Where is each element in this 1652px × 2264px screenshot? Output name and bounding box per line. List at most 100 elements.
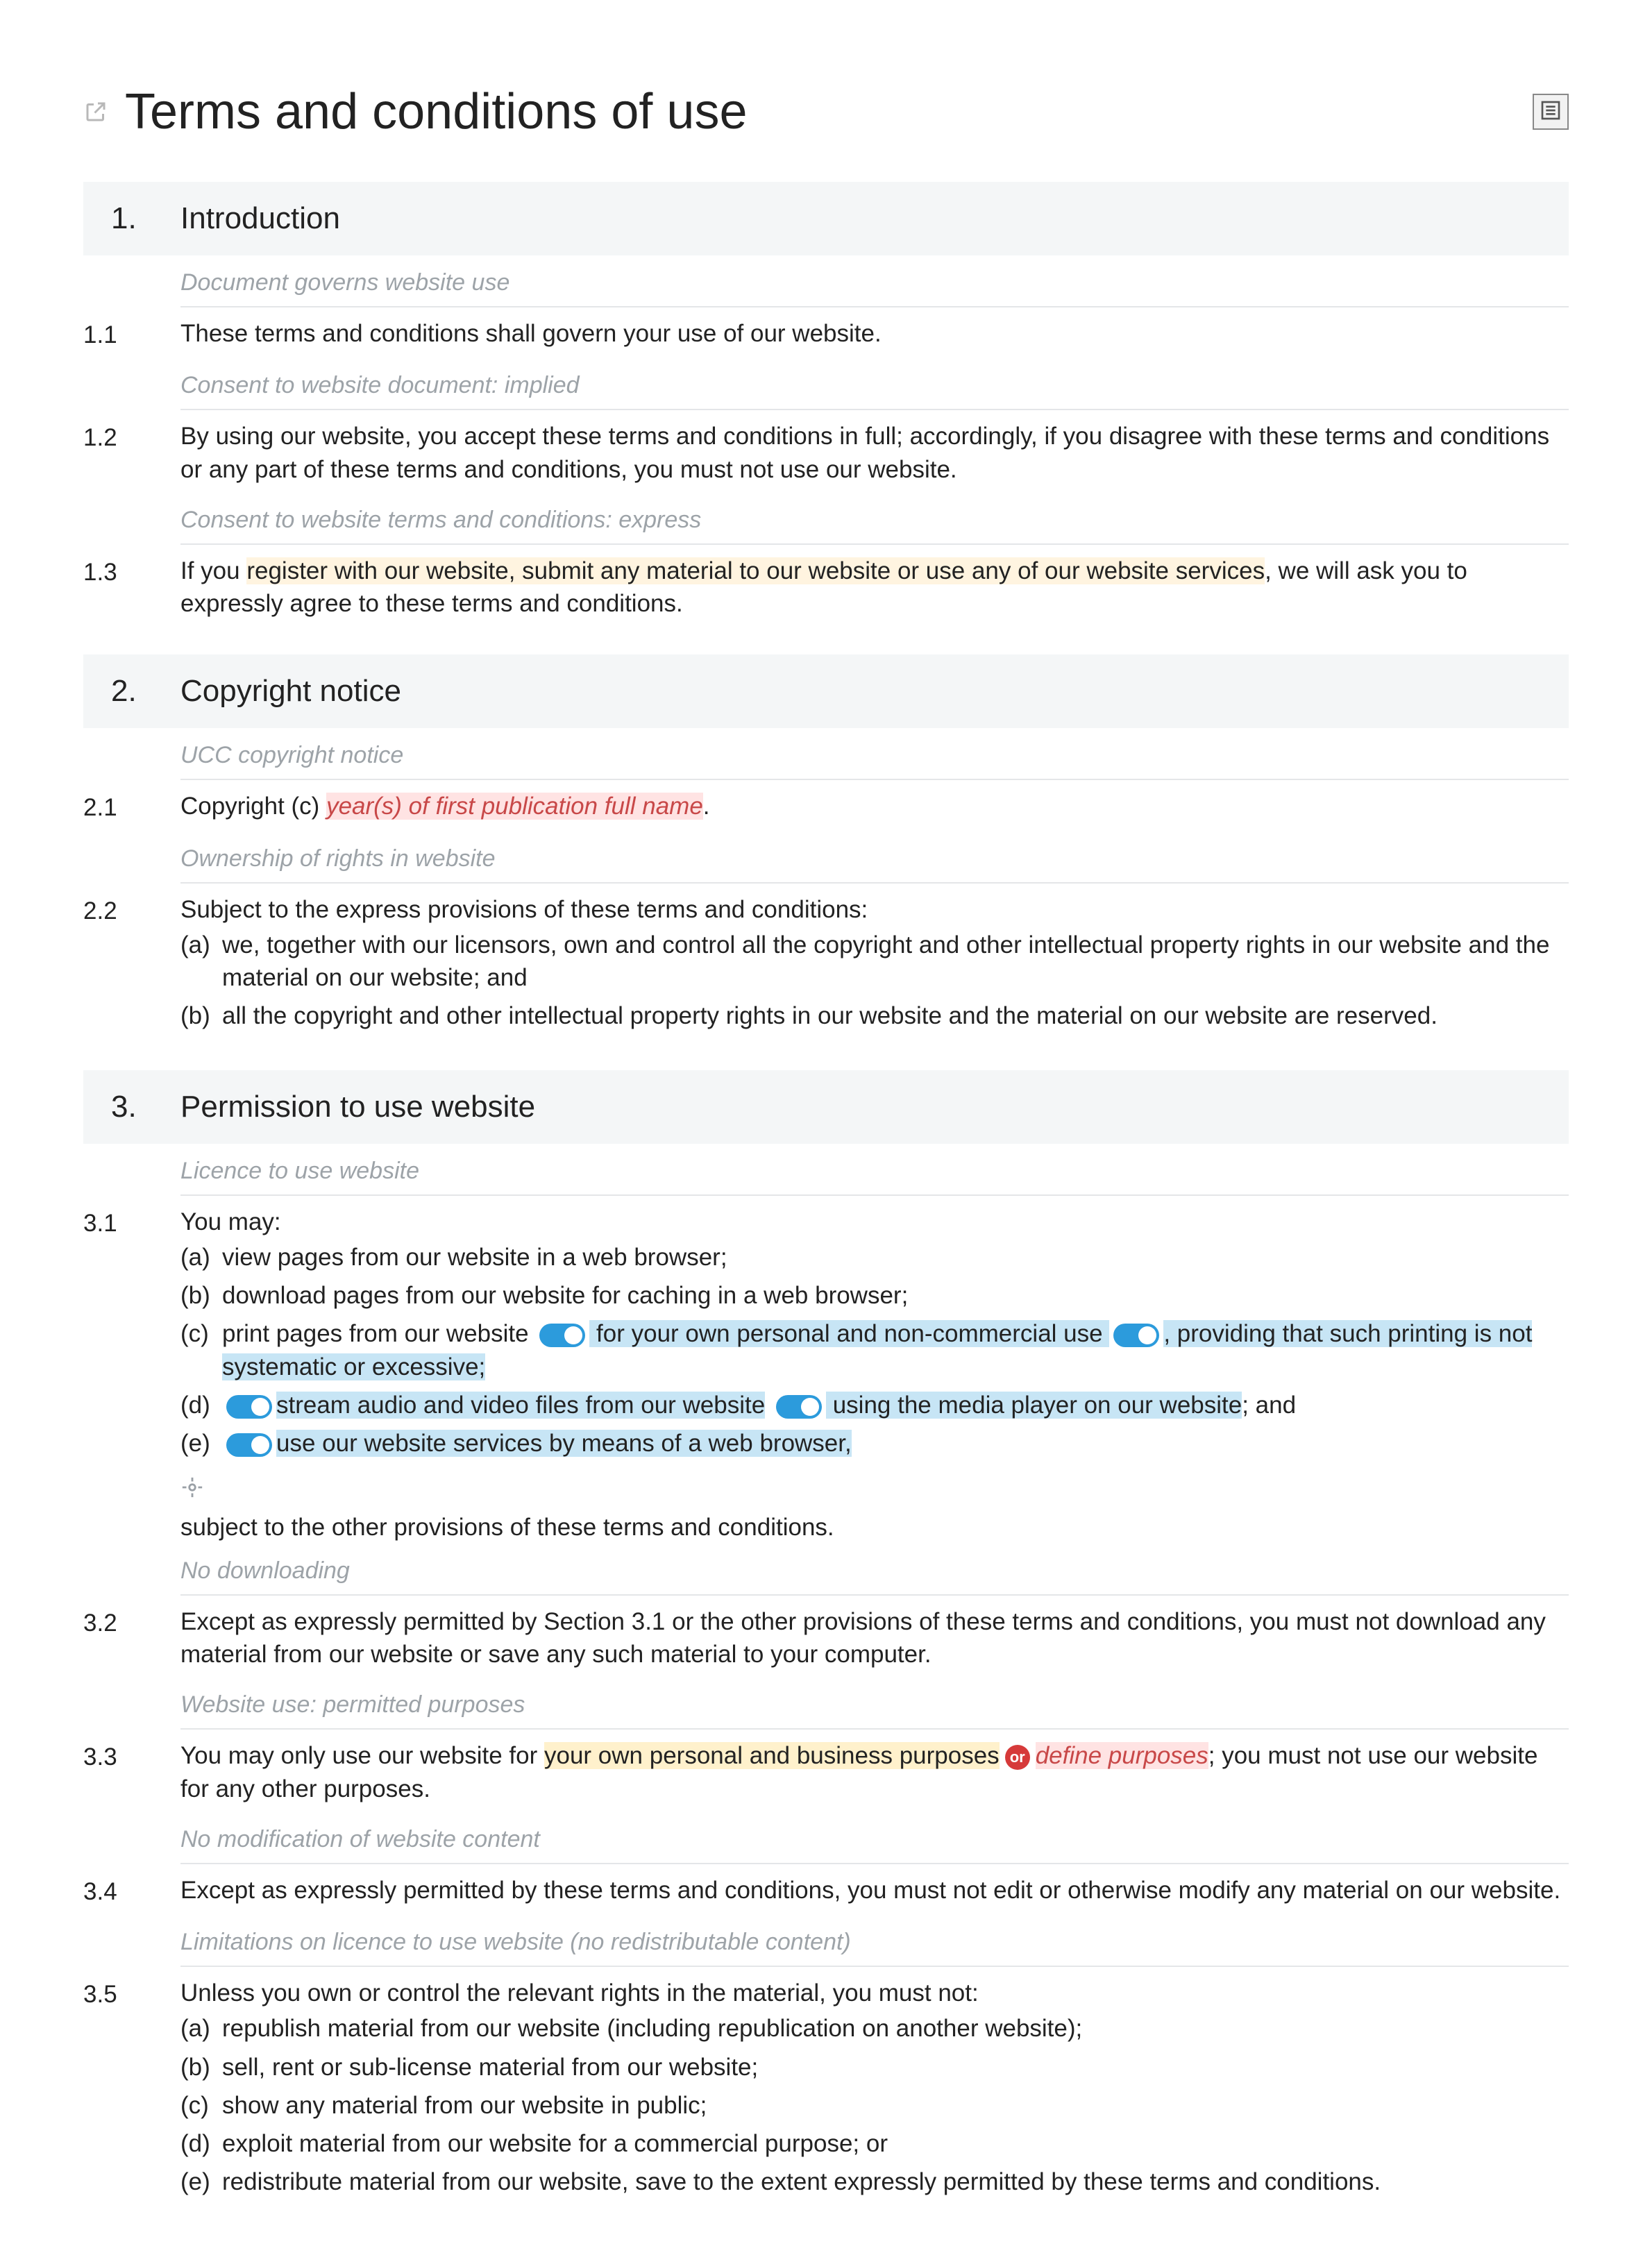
clause-body: Subject to the express provisions of the…	[180, 893, 1569, 1036]
clause-note: Consent to website document: implied	[180, 358, 1569, 410]
sub-label: (b)	[180, 999, 222, 1032]
highlighted-text: stream audio and video files from our we…	[276, 1392, 765, 1419]
title-row: Terms and conditions of use	[83, 83, 1569, 140]
toggle-switch[interactable]	[226, 1395, 272, 1419]
sub-body: download pages from our website for cach…	[222, 1279, 1569, 1312]
target-icon	[180, 1475, 204, 1507]
clause-note: Document governs website use	[180, 255, 1569, 307]
clause: 1.1These terms and conditions shall gove…	[83, 307, 1569, 358]
sub-body: we, together with our licensors, own and…	[222, 929, 1569, 995]
sub-body: show any material from our website in pu…	[222, 2089, 1569, 2122]
page-title: Terms and conditions of use	[125, 83, 747, 140]
clause-note: Licence to use website	[180, 1144, 1569, 1196]
clause-note: Website use: permitted purposes	[180, 1678, 1569, 1730]
clause-number: 1.2	[83, 420, 180, 486]
sub-label: (a)	[180, 2012, 222, 2045]
clause-body: If you register with our website, submit…	[180, 555, 1569, 620]
section-title: Permission to use website	[180, 1090, 535, 1124]
highlighted-text: register with our website, submit any ma…	[246, 557, 1265, 584]
clause-body: Copyright (c) year(s) of first publicati…	[180, 790, 1569, 824]
highlighted-text: define purposes	[1036, 1742, 1208, 1769]
clause-body: You may only use our website for your ow…	[180, 1739, 1569, 1805]
sub-label: (b)	[180, 2051, 222, 2084]
clause-number: 1.3	[83, 555, 180, 620]
sub-body: use our website services by means of a w…	[222, 1427, 1569, 1460]
sub-clause: (e)redistribute material from our websit…	[180, 2163, 1569, 2201]
sub-label: (a)	[180, 1241, 222, 1274]
clause-body: By using our website, you accept these t…	[180, 420, 1569, 486]
clause-note: UCC copyright notice	[180, 728, 1569, 780]
clause: 3.2Except as expressly permitted by Sect…	[83, 1596, 1569, 1678]
clause-number: 3.5	[83, 1977, 180, 2202]
sub-clause: (a)we, together with our licensors, own …	[180, 926, 1569, 997]
toc-button[interactable]	[1533, 94, 1569, 130]
toggle-switch[interactable]	[776, 1395, 822, 1419]
sub-clause: (e)use our website services by means of …	[180, 1424, 1569, 1462]
sub-label: (d)	[180, 2127, 222, 2160]
clause-note: Ownership of rights in website	[180, 831, 1569, 884]
sub-body: all the copyright and other intellectual…	[222, 999, 1569, 1032]
clause-number: 3.4	[83, 1874, 180, 1908]
clause: 1.2By using our website, you accept thes…	[83, 410, 1569, 493]
sub-label: (e)	[180, 2165, 222, 2198]
sub-label: (e)	[180, 1427, 222, 1460]
sub-clause: (c)show any material from our website in…	[180, 2086, 1569, 2124]
sub-body: stream audio and video files from our we…	[222, 1389, 1569, 1421]
highlighted-text: using the media player on our website	[826, 1392, 1242, 1419]
clause: 3.1You may:(a)view pages from our websit…	[83, 1196, 1569, 1470]
sub-label: (c)	[180, 1317, 222, 1383]
clause-body: Except as expressly permitted by these t…	[180, 1874, 1569, 1908]
or-badge[interactable]: or	[1005, 1745, 1030, 1770]
clause-note: No modification of website content	[180, 1812, 1569, 1864]
sub-body: redistribute material from our website, …	[222, 2165, 1569, 2198]
clause-number: 1.1	[83, 317, 180, 351]
clause-body: Unless you own or control the relevant r…	[180, 1977, 1569, 2202]
sub-clause: (a)view pages from our website in a web …	[180, 1238, 1569, 1276]
sub-body: sell, rent or sub-license material from …	[222, 2051, 1569, 2084]
sub-body: print pages from our website for your ow…	[222, 1317, 1569, 1383]
clause: 2.1Copyright (c) year(s) of first public…	[83, 780, 1569, 831]
section-number: 3.	[111, 1090, 180, 1124]
title-left: Terms and conditions of use	[83, 83, 747, 140]
clause-note: Consent to website terms and conditions:…	[180, 493, 1569, 545]
clause: 3.3You may only use our website for your…	[83, 1730, 1569, 1812]
clause-number: 3.3	[83, 1739, 180, 1805]
clause-number: 3.2	[83, 1605, 180, 1671]
clause: 3.5Unless you own or control the relevan…	[83, 1967, 1569, 2208]
sub-clause: (d) stream audio and video files from our…	[180, 1386, 1569, 1424]
highlighted-text: for your own personal and non-commercial…	[589, 1320, 1109, 1347]
sub-label: (b)	[180, 1279, 222, 1312]
clause-body: These terms and conditions shall govern …	[180, 317, 1569, 351]
sub-clause: (b)download pages from our website for c…	[180, 1276, 1569, 1315]
clause: 3.4Except as expressly permitted by thes…	[83, 1864, 1569, 1915]
highlighted-text: year(s) of first publication full name	[326, 793, 703, 820]
sub-clause: (a)republish material from our website (…	[180, 2009, 1569, 2047]
sub-clause: (b)sell, rent or sub-license material fr…	[180, 2048, 1569, 2086]
sub-body: exploit material from our website for a …	[222, 2127, 1569, 2160]
sub-clause: (c)print pages from our website for your…	[180, 1315, 1569, 1386]
external-link-icon	[83, 99, 108, 124]
list-icon	[1540, 99, 1562, 125]
section-title: Copyright notice	[180, 674, 401, 709]
sub-label: (d)	[180, 1389, 222, 1421]
sub-body: view pages from our website in a web bro…	[222, 1241, 1569, 1274]
toggle-switch[interactable]	[1113, 1324, 1159, 1347]
toggle-switch[interactable]	[539, 1324, 585, 1347]
section-number: 2.	[111, 674, 180, 709]
clause: 1.3If you register with our website, sub…	[83, 545, 1569, 627]
sub-label: (a)	[180, 929, 222, 995]
sub-body: republish material from our website (inc…	[222, 2012, 1569, 2045]
clause-body: You may:(a)view pages from our website i…	[180, 1206, 1569, 1463]
clause-tail: subject to the other provisions of these…	[180, 1469, 1569, 1544]
clause: 2.2Subject to the express provisions of …	[83, 884, 1569, 1042]
clause-number: 2.1	[83, 790, 180, 824]
clause-note: No downloading	[180, 1544, 1569, 1596]
section-title: Introduction	[180, 201, 340, 236]
highlighted-text: your own personal and business purposes	[544, 1742, 1000, 1769]
section-header: 2.Copyright notice	[83, 654, 1569, 728]
toggle-switch[interactable]	[226, 1433, 272, 1457]
sub-label: (c)	[180, 2089, 222, 2122]
section-header: 3.Permission to use website	[83, 1070, 1569, 1144]
section-number: 1.	[111, 201, 180, 236]
clause-body: Except as expressly permitted by Section…	[180, 1605, 1569, 1671]
